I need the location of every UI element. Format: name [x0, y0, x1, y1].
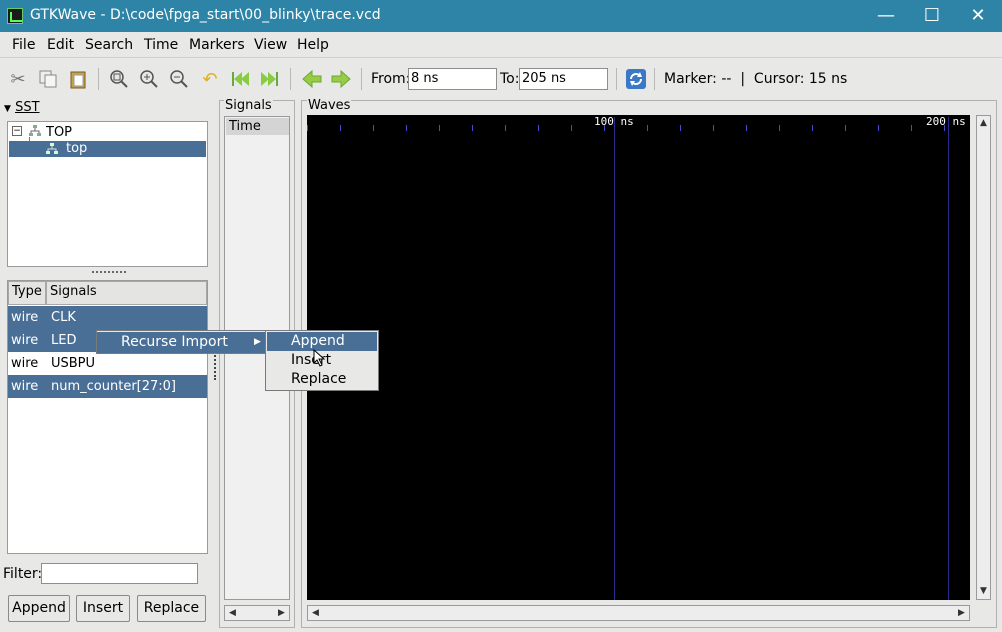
pane-resize-handle-vertical[interactable]: [214, 352, 217, 380]
waves-vscrollbar[interactable]: ▲ ▼: [976, 115, 991, 600]
menu-time[interactable]: Time: [144, 37, 178, 53]
sst-title: SST: [15, 100, 40, 115]
title-bar: GTKWave - D:\code\fpga_start\00_blinky\t…: [0, 0, 1002, 32]
signal-row-clk[interactable]: wire CLK: [8, 306, 207, 329]
toolbar: ✂ ↶ From: 8 ns To: 205 ns Marker: -- | C…: [0, 60, 1002, 98]
tree-item-top[interactable]: top: [9, 141, 206, 157]
close-button[interactable]: ✕: [958, 2, 998, 30]
submenu-item-replace[interactable]: Replace: [267, 370, 377, 389]
replace-button[interactable]: Replace: [137, 595, 206, 622]
signals-pane-title: Signals: [224, 98, 273, 113]
mouse-pointer-icon: [313, 348, 327, 367]
pane-resize-handle[interactable]: [92, 271, 126, 275]
submenu-arrow-icon: ▶: [254, 337, 261, 347]
filter-label: Filter:: [3, 566, 43, 582]
signal-row-num-counter[interactable]: wire num_counter[27:0]: [8, 375, 207, 398]
context-menu: Recurse Import ▶: [96, 330, 266, 354]
cut-icon[interactable]: ✂: [7, 68, 29, 90]
menu-item-recurse-import[interactable]: Recurse Import ▶: [97, 332, 265, 353]
menu-bar: File Edit Search Time Markers View Help: [0, 32, 1002, 58]
filter-input[interactable]: [41, 563, 198, 584]
maximize-button[interactable]: ☐: [912, 2, 952, 30]
minimize-button[interactable]: —: [866, 2, 906, 30]
to-label: To:: [500, 71, 520, 87]
scroll-right-icon[interactable]: ▶: [955, 607, 968, 620]
scroll-up-icon[interactable]: ▲: [977, 117, 990, 130]
waves-canvas[interactable]: 100 ns 200 ns: [307, 115, 970, 600]
paste-icon[interactable]: [67, 68, 89, 90]
waves-hscrollbar[interactable]: ◀ ▶: [307, 605, 970, 621]
to-time-input[interactable]: 205 ns: [519, 68, 608, 90]
page-left-icon[interactable]: [301, 68, 323, 90]
sst-signals-list: Type Signals wire CLK wire LED wire USBP…: [7, 280, 208, 554]
column-header-signals[interactable]: Signals: [46, 281, 207, 305]
sst-header[interactable]: ▼ SST: [4, 100, 40, 115]
marker-cursor-status: Marker: -- | Cursor: 15 ns: [664, 71, 848, 87]
from-label: From:: [371, 71, 411, 87]
tree-item-top-root[interactable]: TOP: [46, 125, 72, 140]
insert-button[interactable]: Insert: [76, 595, 130, 622]
page-right-icon[interactable]: [330, 68, 352, 90]
menu-view[interactable]: View: [254, 37, 287, 53]
signals-hscrollbar[interactable]: ◀ ▶: [224, 605, 290, 621]
append-button[interactable]: Append: [8, 595, 70, 622]
tree-item-label: top: [66, 141, 88, 156]
collapse-triangle-icon: ▼: [4, 104, 11, 114]
tree-expander-icon[interactable]: −: [12, 126, 22, 136]
menu-search[interactable]: Search: [85, 37, 133, 53]
scroll-left-icon[interactable]: ◀: [226, 607, 239, 620]
time-label: Time: [226, 118, 289, 135]
scroll-left-icon[interactable]: ◀: [309, 607, 322, 620]
sst-tree: − TOP top: [7, 121, 208, 267]
zoom-in-icon[interactable]: [138, 68, 160, 90]
column-header-type[interactable]: Type: [8, 281, 46, 305]
time-tick-100ns: 100 ns: [594, 115, 634, 128]
zoom-out-icon[interactable]: [168, 68, 190, 90]
time-tick-200ns: 200 ns: [926, 115, 966, 128]
menu-file[interactable]: File: [12, 37, 35, 53]
zoom-to-end-icon[interactable]: [258, 68, 280, 90]
hierarchy-icon: [28, 124, 42, 138]
zoom-fit-icon[interactable]: [108, 68, 130, 90]
copy-icon[interactable]: [37, 68, 59, 90]
signal-row-usbpu[interactable]: wire USBPU: [8, 352, 207, 375]
hierarchy-icon: [45, 142, 59, 156]
waves-pane-title: Waves: [307, 98, 352, 113]
menu-help[interactable]: Help: [297, 37, 329, 53]
gtkwave-app-icon: [7, 8, 23, 24]
scroll-down-icon[interactable]: ▼: [977, 585, 990, 598]
zoom-to-start-icon[interactable]: [230, 68, 252, 90]
scroll-right-icon[interactable]: ▶: [275, 607, 288, 620]
reload-icon[interactable]: [625, 68, 647, 90]
undo-zoom-icon[interactable]: ↶: [199, 68, 221, 90]
menu-markers[interactable]: Markers: [189, 37, 245, 53]
from-time-input[interactable]: 8 ns: [408, 68, 497, 90]
menu-edit[interactable]: Edit: [47, 37, 74, 53]
window-title: GTKWave - D:\code\fpga_start\00_blinky\t…: [30, 7, 381, 23]
